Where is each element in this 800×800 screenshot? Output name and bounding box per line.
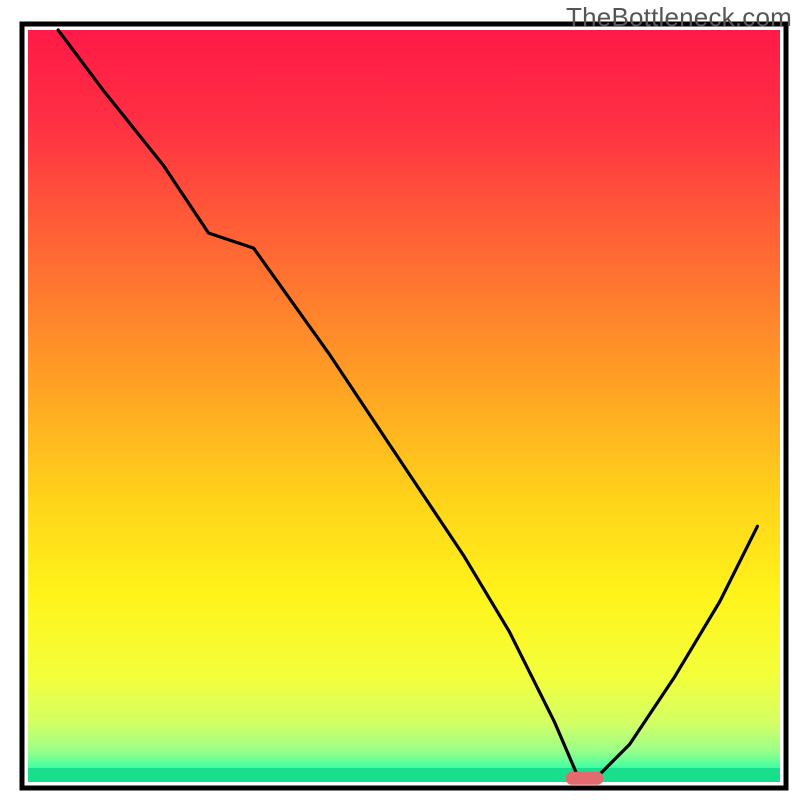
bottleneck-chart <box>0 0 800 800</box>
valley-marker <box>566 772 604 785</box>
bottom-green-band <box>28 768 780 782</box>
plot-background <box>28 30 780 782</box>
watermark-text: TheBottleneck.com <box>566 2 792 33</box>
chart-stage: TheBottleneck.com <box>0 0 800 800</box>
